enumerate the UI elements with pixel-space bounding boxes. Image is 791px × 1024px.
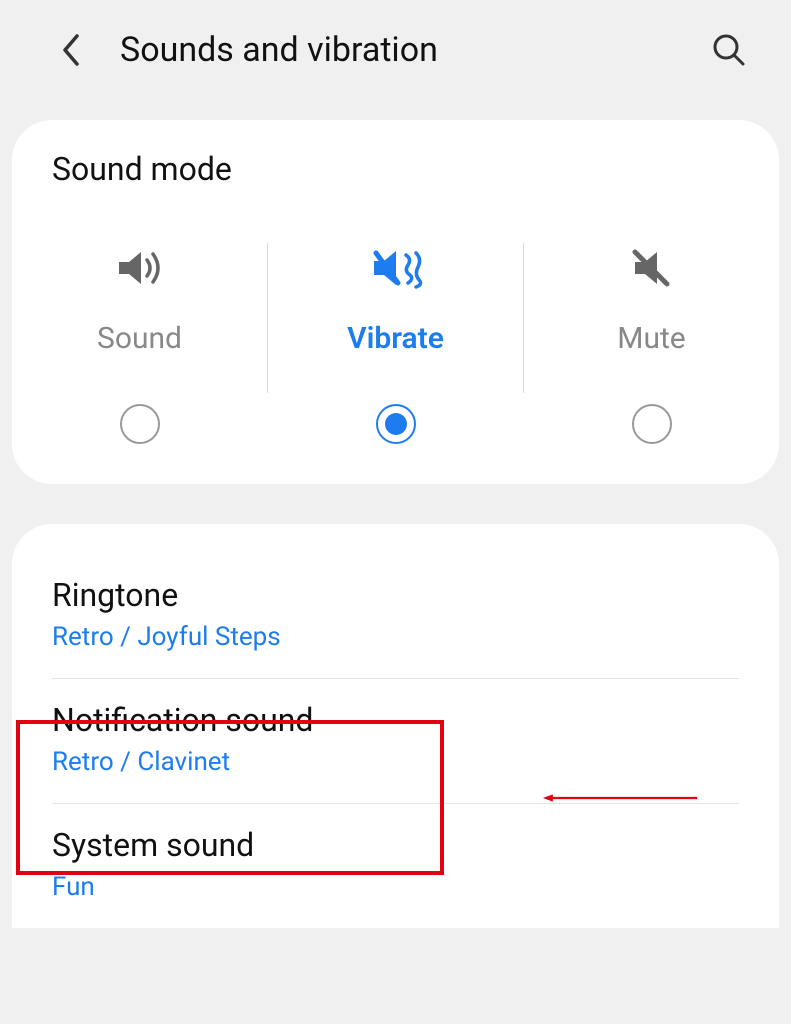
chevron-left-icon	[60, 33, 80, 67]
ringtone-title: Ringtone	[52, 576, 739, 614]
back-button[interactable]	[50, 30, 90, 70]
radio-dot	[385, 413, 407, 435]
search-icon	[711, 32, 747, 68]
sound-mode-label: Sound	[97, 321, 182, 356]
mute-icon	[629, 243, 675, 293]
search-button[interactable]	[707, 28, 751, 72]
sound-settings-list: Ringtone Retro / Joyful Steps Notificati…	[12, 524, 779, 928]
sound-mode-title: Sound mode	[12, 150, 779, 203]
sound-mode-option-vibrate[interactable]: Vibrate	[268, 243, 523, 444]
ringtone-value: Retro / Joyful Steps	[52, 622, 739, 652]
sound-mode-option-sound[interactable]: Sound	[12, 243, 267, 444]
ringtone-item[interactable]: Ringtone Retro / Joyful Steps	[12, 554, 779, 678]
sound-mode-label: Vibrate	[347, 321, 444, 356]
system-sound-value: Fun	[52, 872, 739, 902]
sound-mode-row: Sound Vibrate	[12, 243, 779, 444]
sound-mode-option-mute[interactable]: Mute	[524, 243, 779, 444]
sound-mode-card: Sound mode Sound	[12, 120, 779, 484]
sound-mode-radio-mute[interactable]	[632, 404, 672, 444]
system-sound-title: System sound	[52, 826, 739, 864]
speaker-icon	[115, 243, 165, 293]
notification-sound-item[interactable]: Notification sound Retro / Clavinet	[12, 679, 779, 803]
notification-sound-title: Notification sound	[52, 701, 739, 739]
page-title: Sounds and vibration	[120, 30, 707, 70]
system-sound-item[interactable]: System sound Fun	[12, 804, 779, 928]
sound-mode-radio-vibrate[interactable]	[376, 404, 416, 444]
vibrate-icon	[368, 243, 424, 293]
sound-mode-radio-sound[interactable]	[120, 404, 160, 444]
sound-mode-label: Mute	[617, 321, 685, 356]
header: Sounds and vibration	[0, 0, 791, 100]
notification-sound-value: Retro / Clavinet	[52, 747, 739, 777]
